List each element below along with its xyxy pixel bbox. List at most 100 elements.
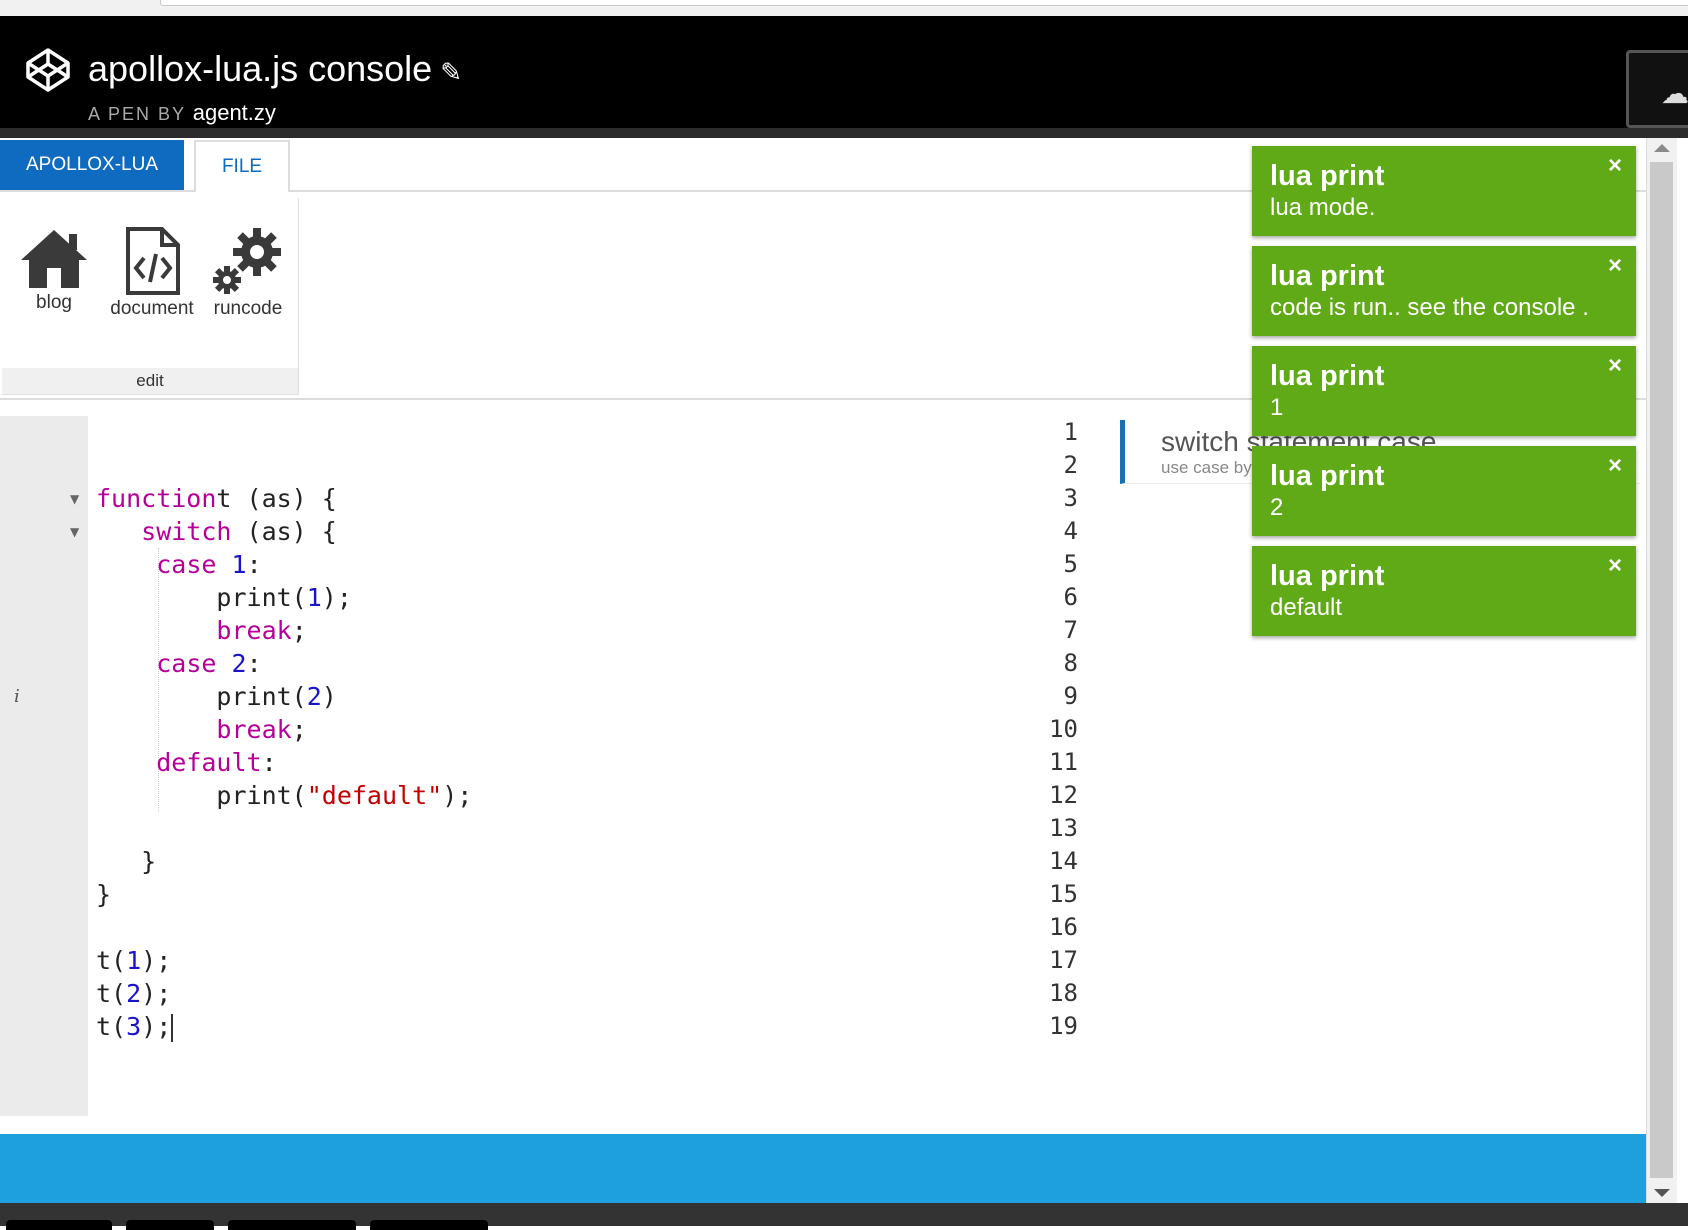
code-token: "default" <box>306 781 443 810</box>
line-number: 18 <box>1049 979 1078 1007</box>
browser-top-strip <box>0 0 1688 17</box>
code-line[interactable]: switch (as) { <box>96 515 337 548</box>
notification-toast[interactable]: lua print 1 × <box>1252 346 1636 436</box>
bottom-tab[interactable] <box>370 1220 488 1230</box>
code-line[interactable]: } <box>96 845 156 878</box>
code-token: function <box>96 484 217 513</box>
code-line[interactable]: case 2: <box>96 647 261 680</box>
line-number: 19 <box>1049 1012 1078 1040</box>
bottom-tab[interactable] <box>228 1220 356 1230</box>
notification-toast[interactable]: lua print lua mode. × <box>1252 146 1636 236</box>
info-annotation-icon[interactable]: i <box>14 686 20 707</box>
document-label: document <box>110 298 194 319</box>
code-token: default <box>156 748 262 777</box>
ribbon-group-edit: blog document runcode edit <box>2 198 299 395</box>
code-editor[interactable]: 1 2 3 4 5 6 7 8 9 10 11 12 13 14 15 16 1… <box>0 416 1100 1180</box>
notification-toast[interactable]: lua print code is run.. see the console … <box>1252 246 1636 336</box>
toast-title: lua print <box>1270 160 1385 192</box>
pen-byline: A PEN BY agent.zy <box>88 100 276 126</box>
author-link[interactable]: agent.zy <box>193 100 276 125</box>
line-number: 1 <box>1063 418 1078 446</box>
code-token: 1 <box>126 946 142 975</box>
close-icon[interactable]: × <box>1608 154 1622 178</box>
toast-message: lua mode. <box>1270 194 1376 221</box>
scroll-up-icon[interactable] <box>1654 144 1670 152</box>
pencil-icon[interactable]: ✎ <box>440 57 462 88</box>
code-line[interactable]: case 1: <box>96 548 261 581</box>
code-token: break <box>216 715 292 744</box>
line-number: 12 <box>1049 781 1078 809</box>
line-number: 15 <box>1049 880 1078 908</box>
byline-label: A PEN BY <box>88 104 186 124</box>
bottom-tab[interactable] <box>6 1220 112 1230</box>
save-cloud-button[interactable]: ☁ <box>1626 50 1688 128</box>
close-icon[interactable]: × <box>1608 354 1622 378</box>
bottom-toolbar <box>0 1203 1688 1230</box>
document-button[interactable]: document <box>104 226 200 320</box>
line-number: 16 <box>1049 913 1078 941</box>
code-token: ; <box>291 715 307 744</box>
close-icon[interactable]: × <box>1608 454 1622 478</box>
code-token: 2 <box>306 682 322 711</box>
code-token: (as) { <box>231 517 337 546</box>
code-token: } <box>96 880 112 909</box>
code-line[interactable]: default: <box>96 746 277 779</box>
tab-apollox-lua[interactable]: APOLLOX-LUA <box>0 140 184 190</box>
codepen-logo-icon[interactable] <box>24 46 72 94</box>
address-bar-edge[interactable] <box>160 0 1688 6</box>
line-number: 2 <box>1063 451 1078 479</box>
cloud-icon: ☁ <box>1661 77 1688 110</box>
line-number: 6 <box>1063 583 1078 611</box>
code-line[interactable]: t(3); <box>96 1010 174 1043</box>
line-number: 5 <box>1063 550 1078 578</box>
status-bar <box>0 1134 1646 1204</box>
code-token: ); <box>442 781 473 810</box>
toast-title: lua print <box>1270 260 1385 292</box>
bottom-tab[interactable] <box>126 1220 214 1230</box>
code-token: ); <box>321 583 352 612</box>
code-line[interactable]: t(1); <box>96 944 171 977</box>
code-token: switch <box>141 517 232 546</box>
ribbon-group-label: edit <box>2 368 298 394</box>
code-line[interactable]: } <box>96 878 111 911</box>
code-line[interactable]: print(1); <box>96 581 352 614</box>
code-line[interactable]: t(2); <box>96 977 171 1010</box>
close-icon[interactable]: × <box>1608 254 1622 278</box>
line-number: 4 <box>1063 517 1078 545</box>
vertical-scrollbar[interactable] <box>1646 138 1677 1203</box>
notification-toast[interactable]: lua print default × <box>1252 546 1636 636</box>
runcode-button[interactable]: runcode <box>208 226 288 320</box>
code-line[interactable]: functiont (as) { <box>96 482 337 515</box>
scroll-thumb[interactable] <box>1650 162 1673 1178</box>
code-token: t (as) { <box>216 484 337 513</box>
notification-toast[interactable]: lua print 2 × <box>1252 446 1636 536</box>
code-line[interactable]: break; <box>96 713 307 746</box>
close-icon[interactable]: × <box>1608 554 1622 578</box>
line-number: 17 <box>1049 946 1078 974</box>
toast-title: lua print <box>1270 460 1385 492</box>
code-token: print( <box>96 682 307 711</box>
code-line[interactable]: print(2) <box>96 680 336 713</box>
line-number: 14 <box>1049 847 1078 875</box>
scroll-down-icon[interactable] <box>1654 1189 1670 1197</box>
code-token: 2 <box>126 979 142 1008</box>
blog-button[interactable]: blog <box>16 226 92 314</box>
code-token: case <box>156 649 217 678</box>
pen-title[interactable]: apollox-lua.js console ✎ <box>88 48 462 90</box>
toast-title: lua print <box>1270 560 1385 592</box>
home-icon <box>21 230 87 288</box>
code-token: t( <box>96 1012 127 1041</box>
tab-file[interactable]: FILE <box>194 140 290 192</box>
code-token: t( <box>96 946 127 975</box>
code-line[interactable]: print("default"); <box>96 779 472 812</box>
code-token: : <box>261 748 277 777</box>
fold-arrow-icon[interactable]: ▼ <box>70 525 79 539</box>
code-line[interactable]: break; <box>96 614 306 647</box>
code-token: case <box>156 550 217 579</box>
fold-arrow-icon[interactable]: ▼ <box>70 492 79 506</box>
